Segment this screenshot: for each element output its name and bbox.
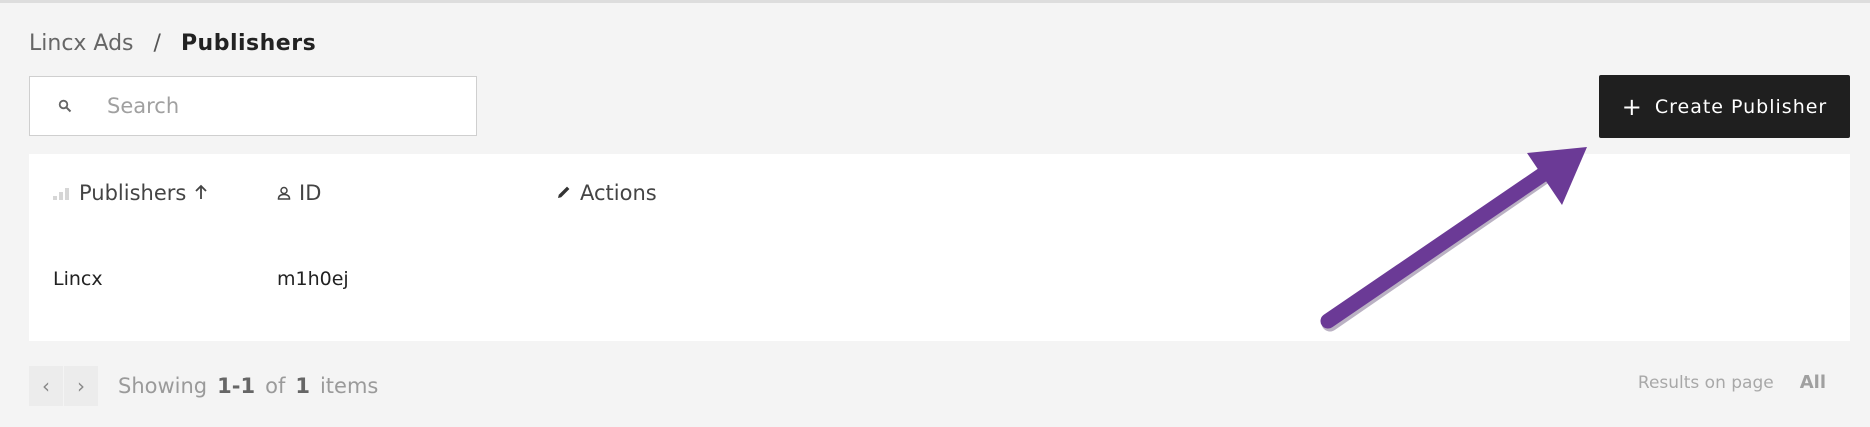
search-input[interactable]: [100, 94, 447, 118]
prev-page-button[interactable]: ‹: [29, 366, 63, 406]
pagination-summary: Showing 1-1 of 1 items: [118, 374, 378, 398]
results-per-page: Results on page All: [1638, 372, 1826, 393]
items-label: items: [319, 374, 379, 398]
create-publisher-label: Create Publisher: [1654, 95, 1828, 118]
breadcrumb-root[interactable]: Lincx Ads: [29, 31, 134, 56]
column-header-label: ID: [299, 181, 322, 205]
create-publisher-button[interactable]: + Create Publisher: [1599, 75, 1850, 138]
cell-publisher-name[interactable]: Lincx: [53, 268, 103, 290]
column-header-label: Publishers: [79, 181, 187, 205]
user-icon: [277, 181, 291, 205]
of-label: of: [265, 374, 286, 398]
page-title: Publishers: [180, 31, 317, 56]
showing-label: Showing: [118, 374, 208, 398]
showing-range: 1-1: [217, 374, 256, 398]
column-header-actions: Actions: [556, 178, 657, 208]
sort-ascending-icon[interactable]: [194, 181, 208, 205]
cell-publisher-id: m1h0ej: [277, 268, 349, 290]
breadcrumb-separator: /: [153, 31, 161, 56]
plus-icon: +: [1621, 92, 1643, 121]
column-header-id[interactable]: ID: [277, 178, 321, 208]
next-page-button[interactable]: ›: [64, 366, 98, 406]
pencil-icon: [556, 181, 572, 205]
showing-total: 1: [295, 374, 310, 398]
search-box[interactable]: [29, 76, 477, 136]
column-header-publishers[interactable]: Publishers: [53, 178, 208, 208]
column-header-label: Actions: [580, 181, 657, 205]
results-on-page-label: Results on page: [1637, 372, 1774, 393]
breadcrumb: Lincx Ads / Publishers: [29, 31, 316, 56]
results-per-page-select[interactable]: All: [1800, 372, 1826, 393]
search-icon: [30, 99, 100, 113]
publishers-table: Publishers ID Actions Lincx m1h0ej: [29, 154, 1850, 341]
pagination: ‹ › Showing 1-1 of 1 items: [29, 366, 378, 406]
bar-chart-icon: [53, 181, 71, 205]
